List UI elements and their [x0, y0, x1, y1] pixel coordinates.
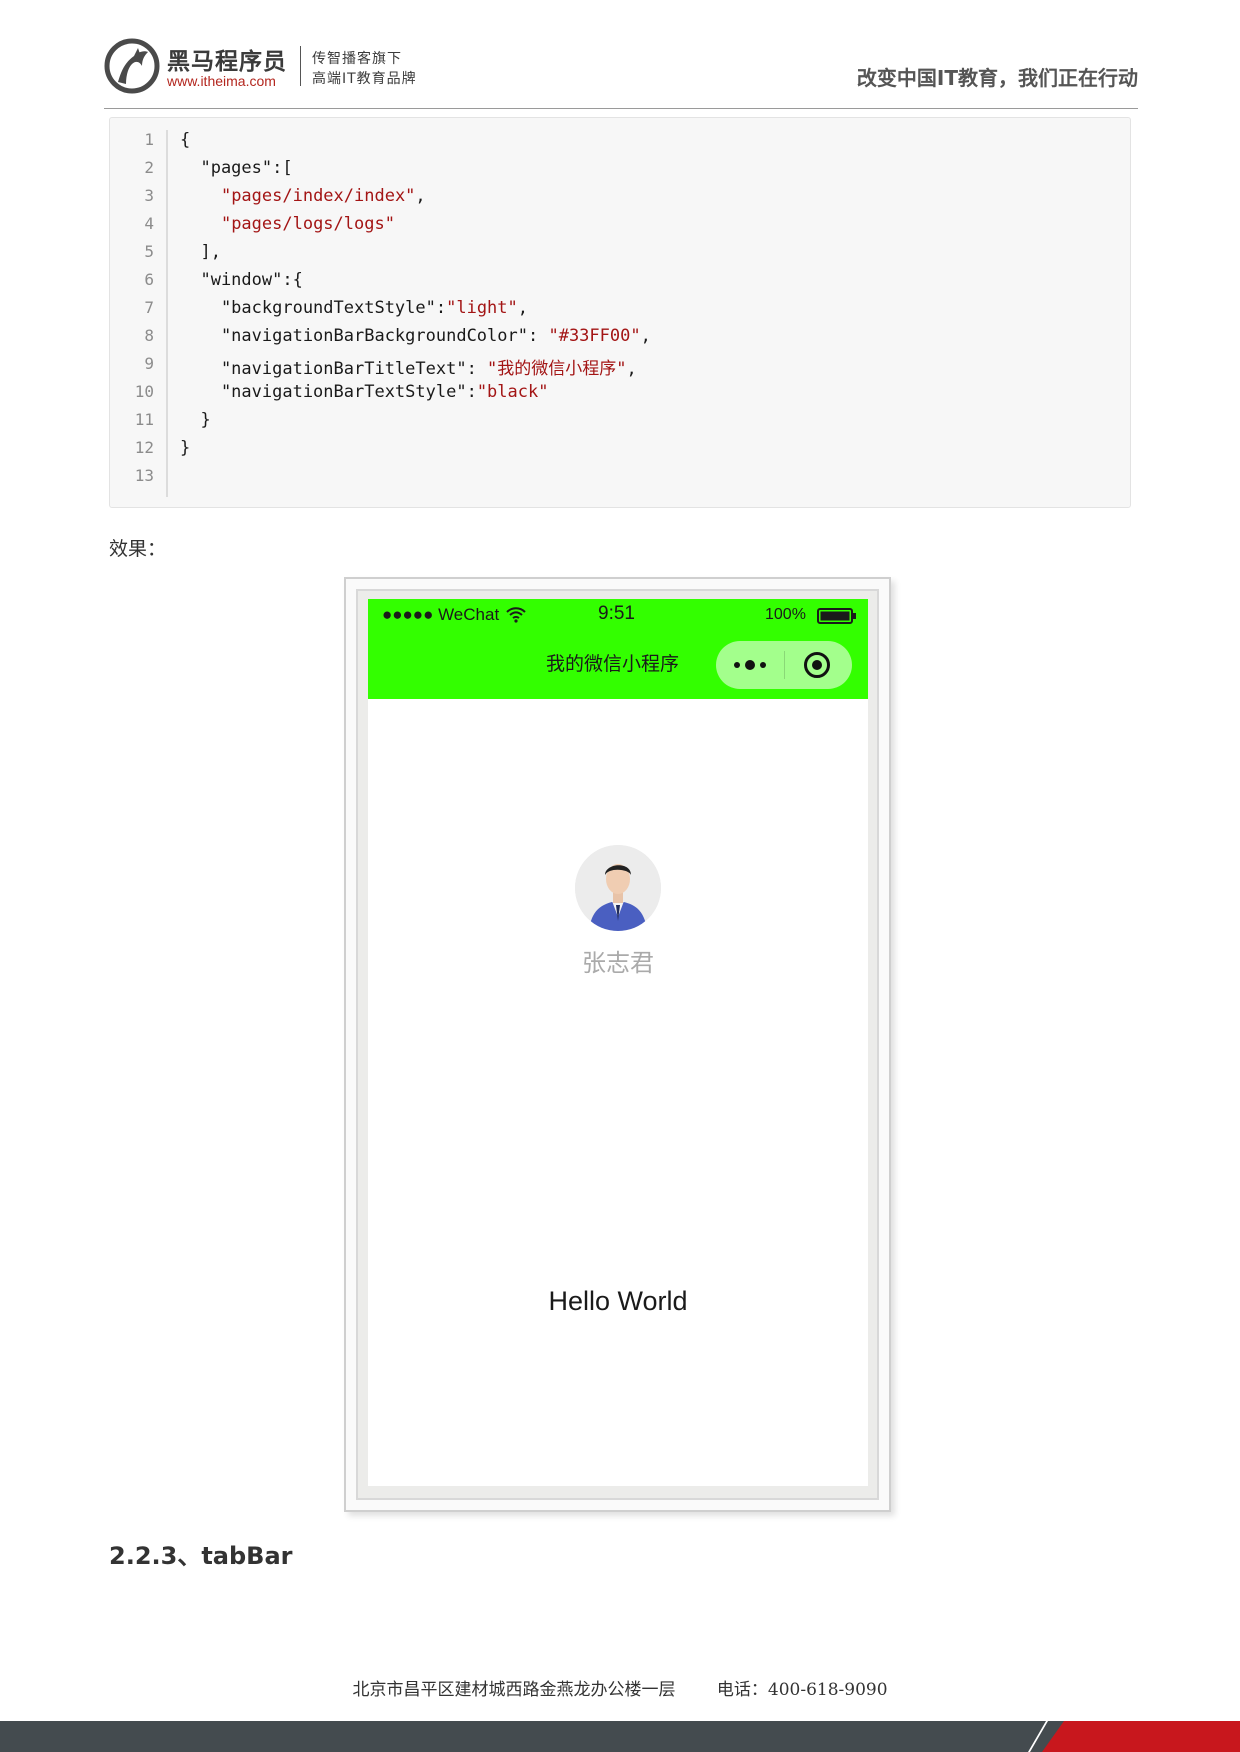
code-line: "backgroundTextStyle":"light", — [180, 298, 529, 318]
code-line: "pages":[ — [180, 158, 293, 178]
line-number: 9 — [144, 354, 154, 373]
brand-tagline-2: 高端IT教育品牌 — [312, 71, 417, 87]
code-line: "navigationBarBackgroundColor": "#33FF00… — [180, 326, 651, 346]
code-line: "navigationBarTextStyle":"black" — [180, 382, 549, 402]
code-line: { — [180, 130, 191, 150]
navigation-bar: ●●●●● WeChat 9:51 100% 我的微信小程序 — [368, 599, 868, 699]
menu-capsule[interactable] — [716, 641, 852, 689]
brand-divider — [300, 46, 301, 86]
page-header: 黑马程序员 www.itheima.com 传智播客旗下 高端IT教育品牌 改变… — [104, 36, 1138, 109]
code-line: } — [180, 410, 211, 430]
brand-tagline-1: 传智播客旗下 — [312, 51, 402, 67]
capsule-divider — [784, 651, 785, 679]
phone-screenshot-frame: ●●●●● WeChat 9:51 100% 我的微信小程序 张志君 Hello… — [344, 577, 891, 1512]
brand-url: www.itheima.com — [167, 73, 276, 89]
hello-text: Hello World — [548, 1286, 688, 1316]
brand-name: 黑马程序员 — [167, 49, 287, 75]
phone-screen: ●●●●● WeChat 9:51 100% 我的微信小程序 张志君 Hello… — [368, 599, 868, 1486]
code-line: "pages/index/index", — [220, 186, 426, 206]
more-icon[interactable] — [732, 657, 770, 673]
line-number-gutter: 1 2 3 4 5 6 7 8 9 10 11 12 13 — [110, 130, 168, 497]
section-heading: 2.2.3、tabBar — [109, 1542, 293, 1570]
header-slogan: 改变中国IT教育，我们正在行动 — [856, 66, 1138, 90]
line-number: 13 — [134, 466, 154, 485]
code-line: "navigationBarTitleText": "我的微信小程序", — [180, 359, 637, 379]
avatar — [575, 845, 661, 931]
code-line: ], — [180, 242, 221, 262]
footer-address: 北京市昌平区建材城西路金燕龙办公楼一层 — [352, 1680, 676, 1700]
horse-logo-icon — [104, 38, 160, 94]
footer-accent — [1042, 1721, 1240, 1752]
footer-phone: 电话：400-618-9090 — [716, 1680, 888, 1700]
brand-logo: 黑马程序员 www.itheima.com 传智播客旗下 高端IT教育品牌 — [104, 36, 434, 98]
line-number: 3 — [144, 186, 154, 205]
code-line: } — [180, 438, 191, 458]
target-icon[interactable] — [803, 651, 831, 679]
status-time: 9:51 — [598, 603, 635, 624]
status-carrier: ●●●●● WeChat — [382, 605, 500, 624]
line-number: 10 — [134, 382, 154, 401]
line-number: 11 — [134, 410, 154, 429]
code-line: "pages/logs/logs" — [220, 214, 395, 234]
code-line: "window":{ — [180, 270, 303, 290]
effect-label: 效果： — [109, 538, 167, 560]
line-number: 6 — [144, 270, 154, 289]
line-number: 4 — [144, 214, 154, 233]
line-number: 7 — [144, 298, 154, 317]
status-battery-percent: 100% — [765, 606, 806, 623]
nav-title: 我的微信小程序 — [546, 653, 680, 675]
code-block: 1 2 3 4 5 6 7 8 9 10 11 12 13 { "pages":… — [109, 117, 1131, 508]
battery-icon — [817, 608, 856, 624]
phone-bezel: ●●●●● WeChat 9:51 100% 我的微信小程序 张志君 Hello… — [356, 589, 879, 1500]
wifi-icon — [506, 607, 526, 623]
avatar-photo — [575, 845, 661, 931]
line-number: 2 — [144, 158, 154, 177]
line-number: 12 — [134, 438, 154, 457]
line-number: 5 — [144, 242, 154, 261]
username: 张志君 — [582, 949, 654, 977]
line-number: 1 — [144, 130, 154, 149]
line-number: 8 — [144, 326, 154, 345]
footer-contact: 北京市昌平区建材城西路金燕龙办公楼一层 电话：400-618-9090 — [0, 1675, 1240, 1700]
